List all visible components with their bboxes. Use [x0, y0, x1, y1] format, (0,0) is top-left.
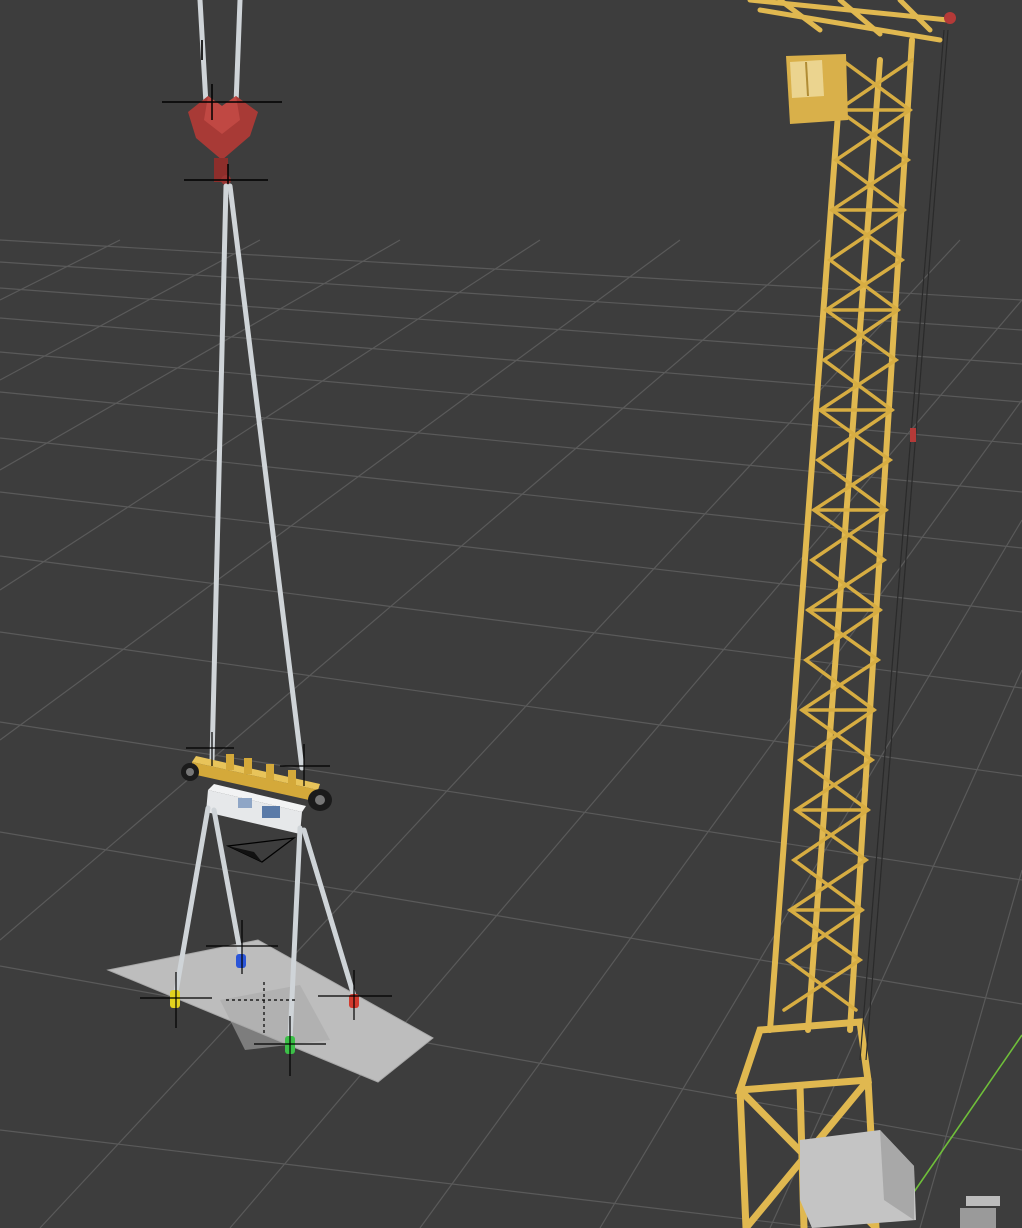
- scene-canvas[interactable]: [0, 0, 1022, 1228]
- 3d-viewport[interactable]: [0, 0, 1022, 1228]
- rope-tag: [910, 428, 916, 442]
- crane-cab[interactable]: [786, 54, 848, 124]
